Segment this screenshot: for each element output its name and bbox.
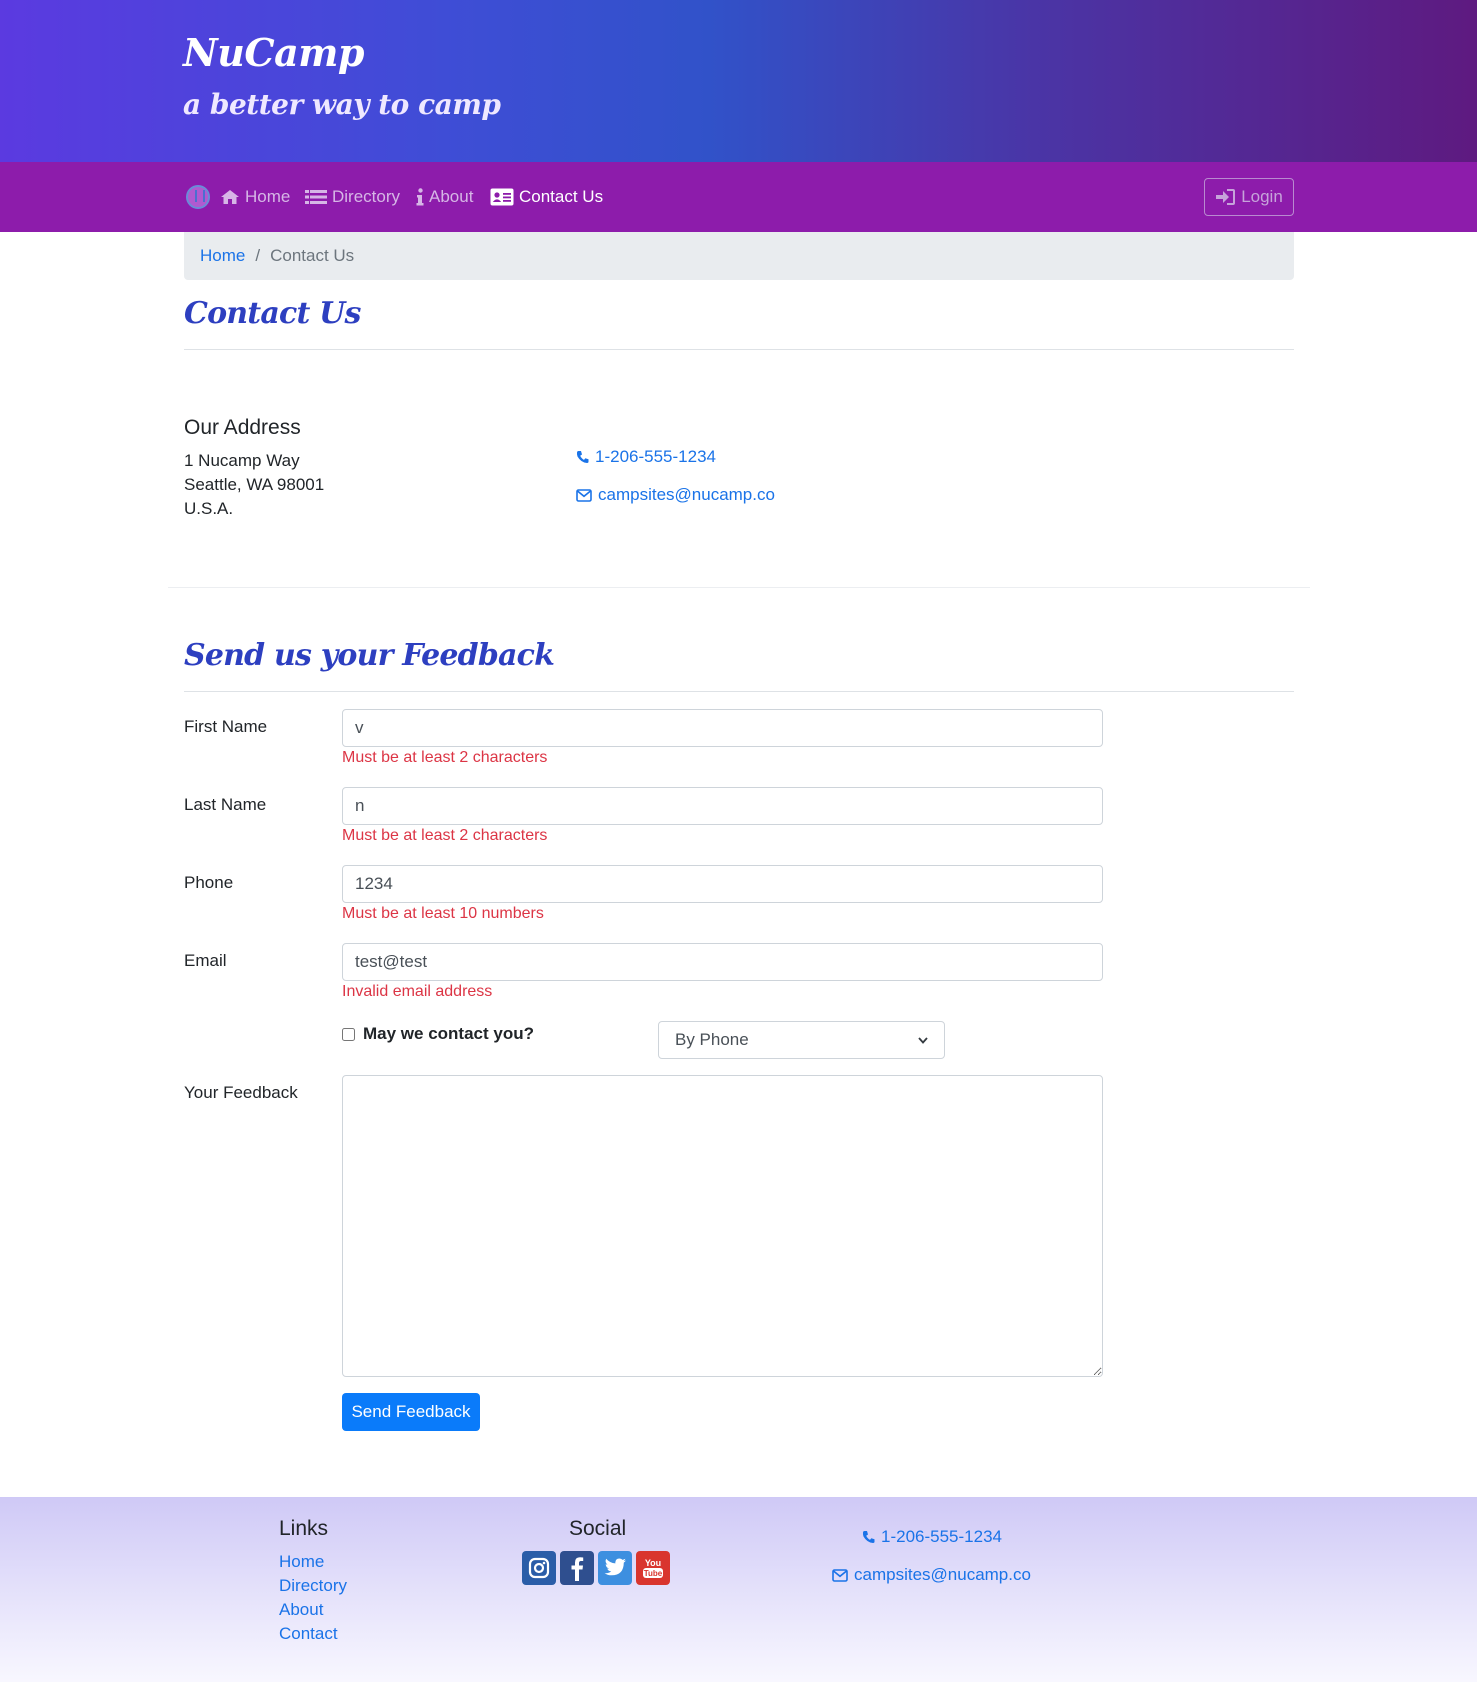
address-email-text: campsites@nucamp.co	[598, 485, 775, 504]
brand-title: NuCamp	[183, 30, 365, 75]
footer-email-link[interactable]: campsites@nucamp.co	[832, 1565, 1031, 1585]
login-label: Login	[1241, 187, 1283, 206]
phone-label: Phone	[184, 873, 234, 892]
envelope-icon	[832, 1568, 848, 1582]
svg-text:Tube: Tube	[644, 1569, 663, 1578]
svg-text:You: You	[645, 1558, 661, 1568]
phone-input[interactable]	[342, 865, 1103, 903]
address-phone-link[interactable]: 1-206-555-1234	[576, 447, 716, 467]
email-label: Email	[184, 951, 227, 970]
footer-links-heading: Links	[279, 1517, 329, 1540]
address-heading: Our Address	[184, 416, 301, 439]
first-name-input[interactable]	[342, 709, 1103, 747]
page-title: Contact Us	[184, 296, 361, 331]
nav-directory-label: Directory	[332, 187, 401, 206]
header-jumbotron: NuCamp a better way to camp	[0, 0, 1477, 162]
home-icon	[221, 190, 239, 204]
address-email-link[interactable]: campsites@nucamp.co	[576, 485, 775, 505]
contact-type-select[interactable]: By Phone	[658, 1021, 945, 1059]
send-feedback-button[interactable]: Send Feedback	[342, 1393, 480, 1431]
instagram-icon[interactable]	[522, 1551, 556, 1585]
footer-phone-text: 1-206-555-1234	[881, 1527, 1002, 1546]
first-name-label: First Name	[184, 717, 268, 736]
section-divider	[168, 587, 1310, 588]
breadcrumb-separator: /	[255, 246, 261, 265]
email-input[interactable]	[342, 943, 1103, 981]
footer-link-contact[interactable]: Contact	[279, 1624, 338, 1644]
address-phone-text: 1-206-555-1234	[595, 447, 716, 466]
last-name-error: Must be at least 2 characters	[342, 827, 548, 844]
nav-contact-us[interactable]: Contact Us	[490, 185, 603, 209]
breadcrumb-home-link[interactable]: Home	[200, 246, 245, 266]
youtube-icon[interactable]: You Tube	[636, 1551, 670, 1585]
footer-social-heading: Social	[569, 1517, 627, 1540]
chevron-down-icon	[918, 1036, 928, 1044]
footer-email-text: campsites@nucamp.co	[854, 1565, 1031, 1584]
contact-checkbox-label: May we contact you?	[363, 1024, 534, 1043]
nav-home[interactable]: Home	[220, 185, 290, 209]
contact-type-value: By Phone	[675, 1030, 749, 1049]
breadcrumb: Home / Contact Us	[184, 232, 1294, 280]
title-divider	[184, 349, 1294, 350]
footer-link-directory[interactable]: Directory	[279, 1576, 347, 1596]
phone-error: Must be at least 10 numbers	[342, 905, 544, 922]
nav-home-label: Home	[245, 187, 291, 206]
address-line-1: 1 Nucamp Way	[184, 451, 300, 470]
login-button[interactable]: Login	[1204, 178, 1294, 216]
email-error: Invalid email address	[342, 983, 493, 1000]
nucamp-logo-icon[interactable]	[186, 185, 210, 209]
sign-in-icon	[1216, 189, 1236, 205]
nav-contact-us-label: Contact Us	[519, 187, 604, 206]
breadcrumb-current: Contact Us	[270, 246, 355, 265]
last-name-input[interactable]	[342, 787, 1103, 825]
contact-permission[interactable]: May we contact you?	[342, 1024, 534, 1044]
brand-tagline: a better way to camp	[183, 88, 501, 121]
address-card-icon	[490, 188, 514, 206]
nav-directory[interactable]: Directory	[305, 185, 400, 209]
list-icon	[305, 190, 327, 204]
first-name-error: Must be at least 2 characters	[342, 749, 548, 766]
address-line-3: U.S.A.	[184, 499, 234, 518]
nav-about[interactable]: About	[416, 185, 473, 209]
nav-about-label: About	[429, 187, 474, 206]
feedback-divider	[184, 691, 1294, 692]
feedback-textarea[interactable]	[342, 1075, 1103, 1377]
footer	[0, 1497, 1477, 1682]
phone-icon	[862, 1531, 875, 1543]
last-name-label: Last Name	[184, 795, 267, 814]
footer-link-home[interactable]: Home	[279, 1552, 324, 1572]
footer-phone-link[interactable]: 1-206-555-1234	[862, 1527, 1002, 1547]
address-line-2: Seattle, WA 98001	[184, 475, 325, 494]
feedback-title: Send us your Feedback	[184, 638, 555, 673]
twitter-icon[interactable]	[598, 1551, 632, 1585]
info-icon	[416, 188, 424, 206]
contact-checkbox[interactable]	[342, 1027, 355, 1041]
feedback-label: Your Feedback	[184, 1083, 298, 1102]
phone-icon	[576, 451, 589, 463]
envelope-icon	[576, 488, 592, 502]
facebook-icon[interactable]	[560, 1551, 594, 1585]
footer-link-about[interactable]: About	[279, 1600, 323, 1620]
